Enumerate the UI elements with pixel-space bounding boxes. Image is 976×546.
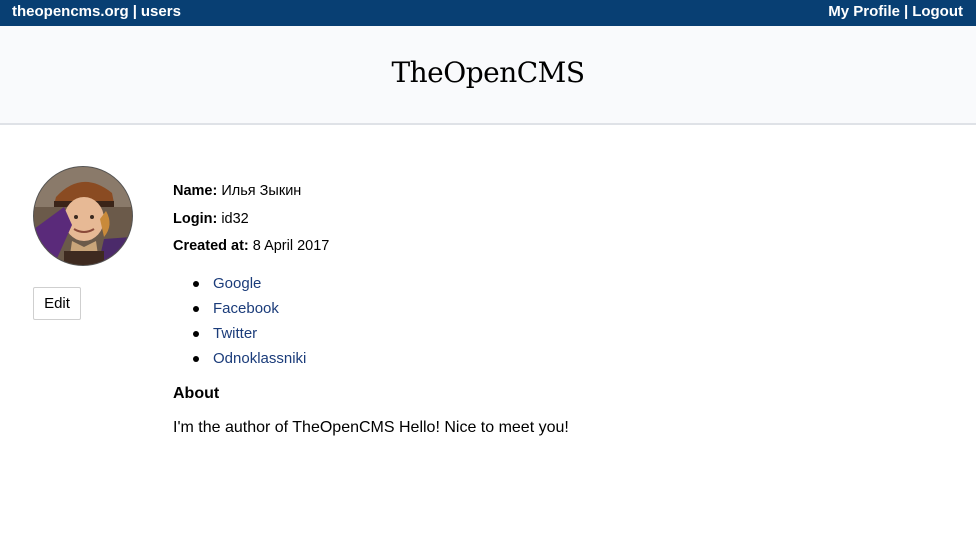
twitter-link[interactable]: Twitter (213, 325, 257, 342)
site-home-link[interactable]: theopencms.org (12, 3, 129, 20)
edit-profile-button[interactable]: Edit (33, 287, 81, 320)
user-avatar (33, 166, 133, 266)
list-item: Google (173, 274, 306, 299)
login-label: Login: (173, 210, 218, 227)
top-nav-left: theopencms.org | users (12, 0, 181, 24)
login-value: id32 (221, 210, 249, 227)
site-header: TheOpenCMS (0, 26, 976, 125)
my-profile-link[interactable]: My Profile (828, 3, 900, 20)
google-link[interactable]: Google (213, 275, 261, 292)
name-value: Илья Зыкин (221, 183, 302, 199)
nav-separator-right: | (903, 3, 909, 20)
avatar-photo-icon (34, 167, 132, 265)
bullet-icon (193, 281, 199, 287)
site-title: TheOpenCMS (391, 56, 585, 89)
logout-link[interactable]: Logout (912, 3, 963, 20)
about-heading: About (173, 385, 220, 402)
about-text: I'm the author of TheOpenCMS Hello! Nice… (173, 419, 569, 436)
name-row: Name: Илья Зыкин (173, 182, 329, 210)
profile-info: Name: Илья Зыкин Login: id32 Created at:… (173, 182, 329, 265)
created-label: Created at: (173, 238, 249, 254)
nav-separator: | (132, 3, 137, 20)
facebook-link[interactable]: Facebook (213, 300, 279, 317)
created-row: Created at: 8 April 2017 (173, 237, 329, 265)
top-nav-right: My Profile | Logout (828, 0, 963, 24)
created-value: 8 April 2017 (252, 238, 330, 254)
social-links-list: Google Facebook Twitter Odnoklassniki (173, 274, 306, 374)
odnoklassniki-link[interactable]: Odnoklassniki (213, 350, 306, 367)
users-link[interactable]: users (141, 3, 181, 20)
bullet-icon (193, 356, 199, 362)
bullet-icon (193, 306, 199, 312)
list-item: Odnoklassniki (173, 349, 306, 374)
login-row: Login: id32 (173, 210, 329, 238)
bullet-icon (193, 331, 199, 337)
list-item: Twitter (173, 324, 306, 349)
list-item: Facebook (173, 299, 306, 324)
top-nav-bar: theopencms.org | users My Profile | Logout (0, 0, 976, 26)
name-label: Name: (173, 183, 218, 199)
